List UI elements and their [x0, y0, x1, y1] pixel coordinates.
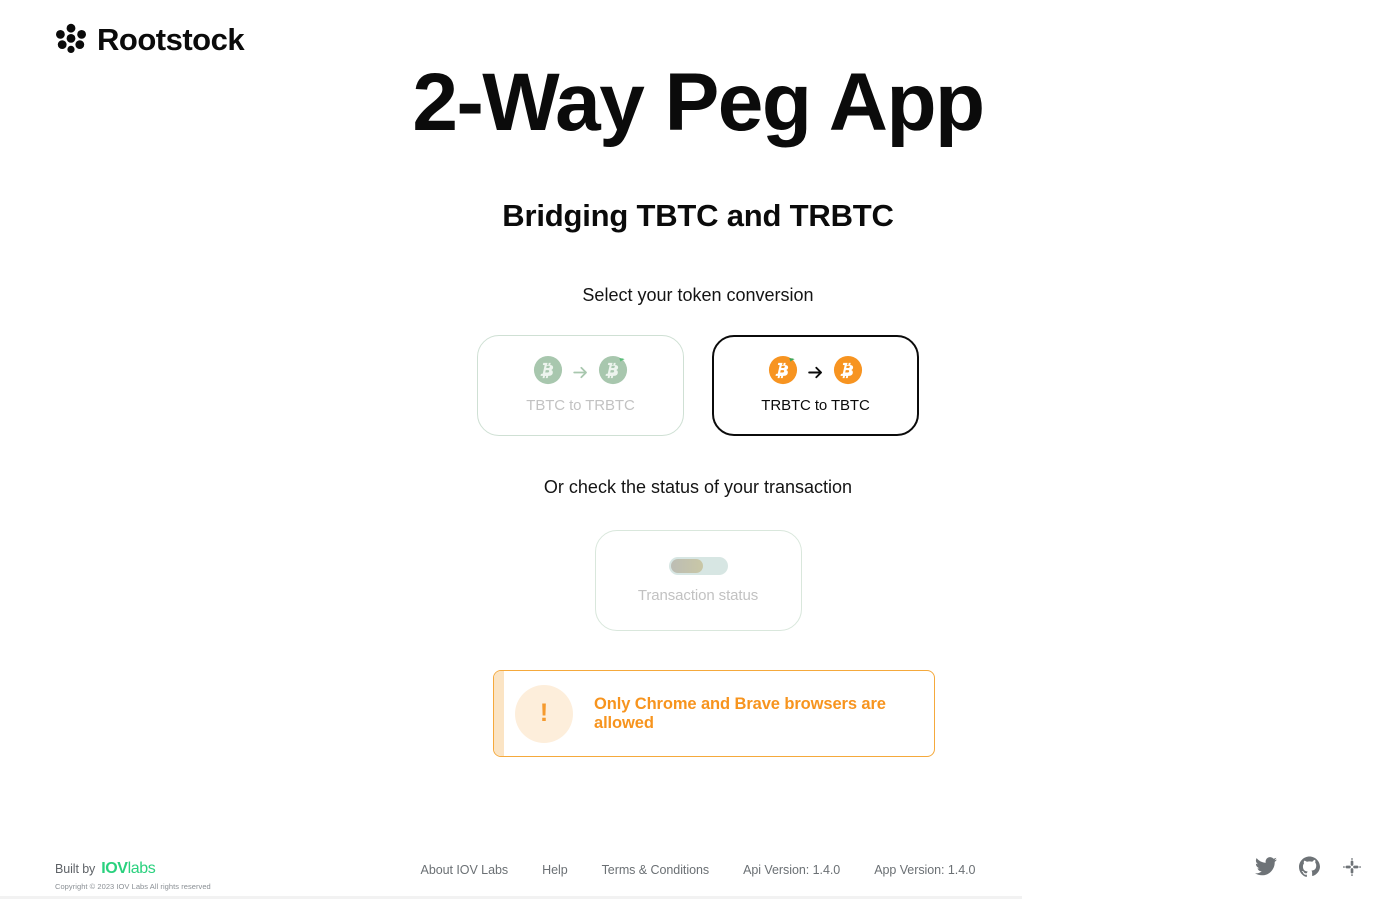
brand-name: Rootstock — [97, 21, 245, 57]
brand-logo[interactable]: Rootstock — [54, 21, 245, 57]
api-version-label: Api Version: 1.4.0 — [743, 863, 841, 877]
trbtc-coin-icon — [768, 355, 798, 390]
browser-warning-banner: ! Only Chrome and Brave browsers are all… — [493, 670, 935, 757]
status-pill-knob — [670, 559, 703, 573]
conversion-card-trbtc-to-tbtc[interactable]: TRBTC to TBTC — [712, 335, 919, 436]
github-icon[interactable] — [1299, 856, 1320, 877]
footer-social-links — [1255, 856, 1362, 877]
copyright-text: Copyright © 2023 IOV Labs All rights res… — [55, 882, 211, 891]
page-title: 2-Way Peg App — [412, 57, 985, 148]
footer-links: About IOV Labs Help Terms & Conditions A… — [0, 863, 1396, 877]
transaction-status-label: Transaction status — [637, 587, 759, 604]
warning-message: Only Chrome and Brave browsers are allow… — [594, 694, 886, 732]
rootstock-flower-icon — [54, 22, 88, 56]
status-pill-icon — [668, 557, 728, 575]
twitter-icon[interactable] — [1255, 857, 1277, 876]
arrow-right-icon — [806, 363, 825, 382]
conversion-card-group: TBTC to TRBTC TRBTC to TBTC — [0, 335, 1396, 436]
arrow-right-icon — [571, 363, 590, 382]
footer-link-terms-and-conditions[interactable]: Terms & Conditions — [602, 863, 710, 877]
app-version-label: App Version: 1.4.0 — [874, 863, 976, 877]
page-root: Rootstock 2-Way Peg App Bridging TBTC an… — [0, 0, 1396, 899]
card-icon-row — [533, 355, 628, 390]
footer-link-about-iov-labs[interactable]: About IOV Labs — [421, 863, 509, 877]
footer-link-help[interactable]: Help — [542, 863, 568, 877]
select-conversion-label: Select your token conversion — [582, 285, 814, 305]
card-icon-row — [768, 355, 863, 390]
trbtc-coin-icon — [598, 355, 628, 390]
tbtc-coin-icon — [533, 355, 563, 390]
transaction-status-group: Transaction status — [0, 530, 1396, 631]
transaction-status-section-label: Or check the status of your transaction — [543, 477, 853, 497]
page-subtitle: Bridging TBTC and TRBTC — [502, 198, 894, 233]
warning-accent-bar — [494, 671, 504, 756]
conversion-card-label: TBTC to TRBTC — [526, 396, 635, 414]
conversion-card-tbtc-to-trbtc[interactable]: TBTC to TRBTC — [477, 335, 684, 436]
slack-icon[interactable] — [1342, 857, 1362, 877]
transaction-status-card[interactable]: Transaction status — [594, 530, 802, 631]
exclamation-icon: ! — [515, 684, 573, 743]
conversion-card-label: TRBTC to TBTC — [761, 396, 870, 414]
tbtc-coin-icon — [833, 355, 863, 390]
